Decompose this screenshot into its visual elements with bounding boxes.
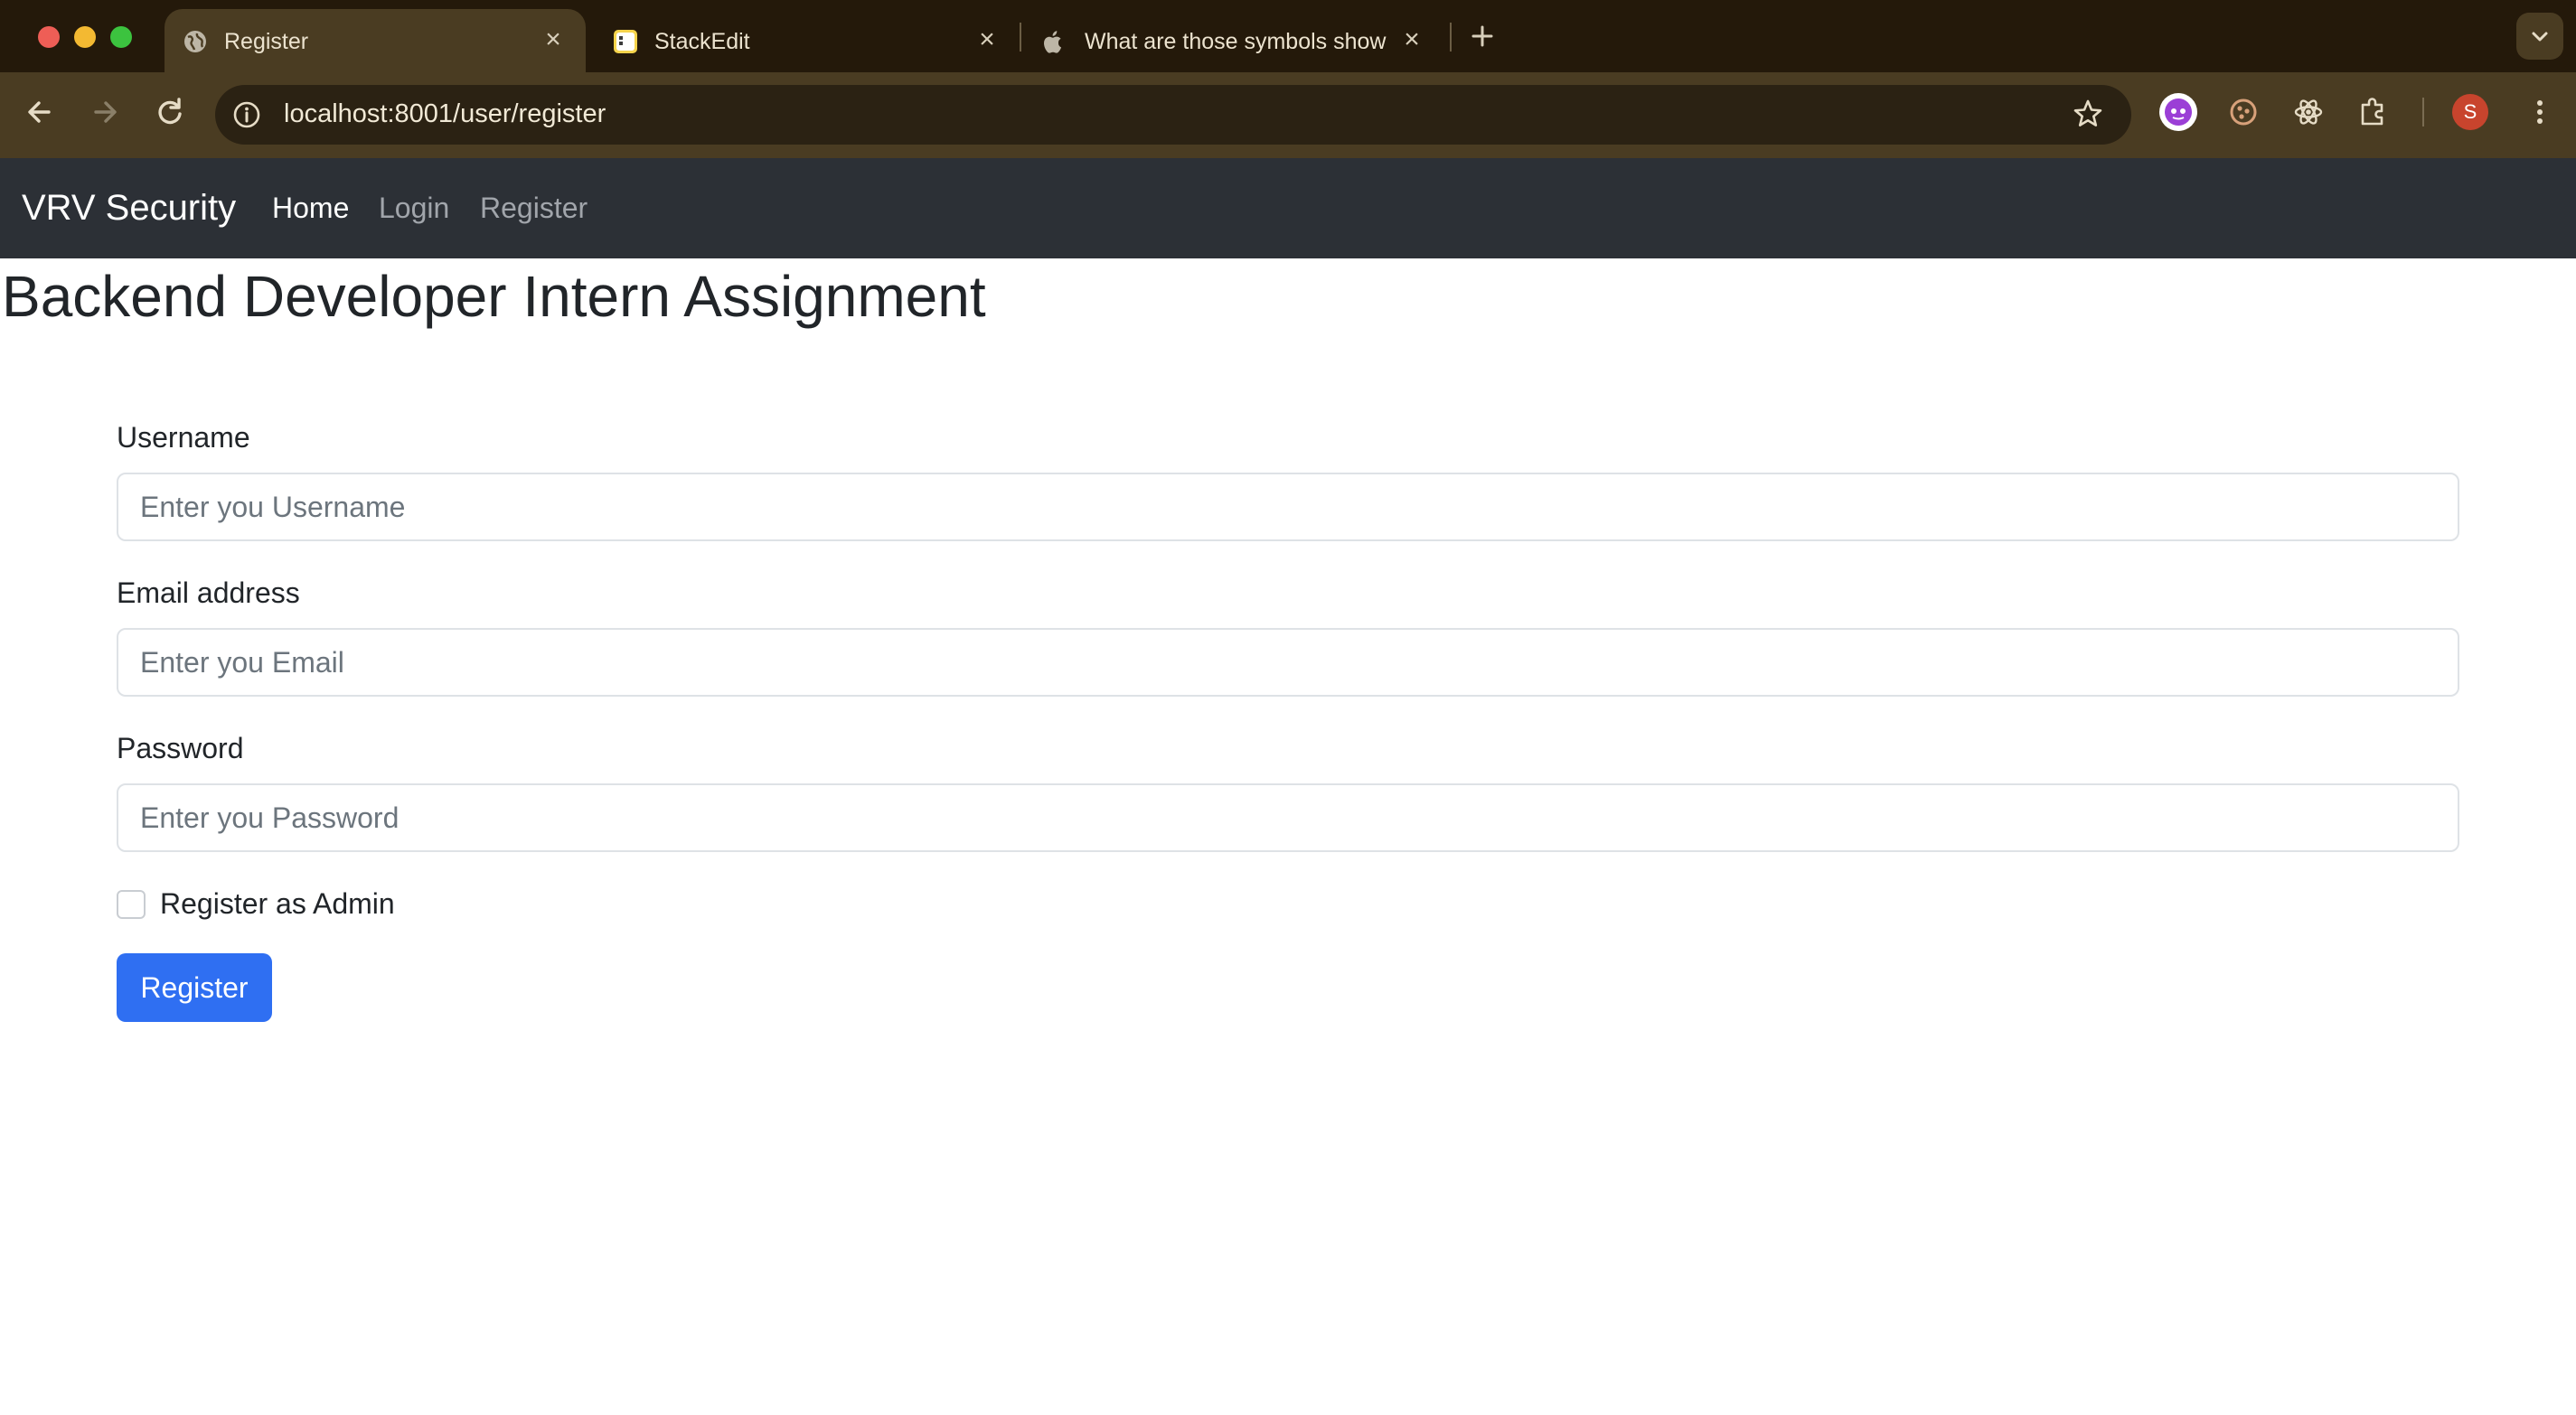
close-tab-icon[interactable]: × [1397, 25, 1426, 54]
browser-menu-icon[interactable] [2522, 94, 2558, 130]
bookmark-star-icon[interactable] [2072, 98, 2104, 130]
tab-divider [1020, 23, 1021, 52]
close-tab-icon[interactable]: × [973, 25, 1001, 54]
username-input[interactable] [117, 473, 2459, 541]
forward-arrow-icon[interactable] [83, 90, 127, 134]
tab-title: What are those symbols show [1085, 29, 1387, 54]
tab-apple-support[interactable]: What are those symbols show × [1029, 9, 1435, 72]
stackedit-icon [614, 30, 637, 53]
reload-icon[interactable] [148, 90, 192, 134]
new-tab-icon[interactable] [1468, 22, 1497, 51]
toolbar-divider [2422, 98, 2424, 127]
username-label: Username [117, 421, 250, 454]
extension-avatar-icon[interactable] [2158, 92, 2198, 132]
profile-avatar[interactable]: S [2452, 94, 2488, 130]
admin-checkbox-label[interactable]: Register as Admin [160, 886, 395, 922]
tab-stackedit[interactable]: StackEdit × [595, 9, 1007, 72]
maximize-window-button[interactable] [110, 26, 132, 48]
tab-title: Register [224, 29, 309, 54]
apple-icon [1044, 31, 1062, 53]
react-devtools-icon[interactable] [2289, 92, 2328, 132]
page-title: Backend Developer Intern Assignment [2, 264, 986, 329]
password-input[interactable] [117, 783, 2459, 852]
url-text[interactable]: localhost:8001/user/register [284, 96, 606, 132]
site-info-icon[interactable] [231, 99, 262, 130]
tab-search-button[interactable] [2516, 13, 2563, 60]
minimize-window-button[interactable] [74, 26, 96, 48]
cookie-extension-icon[interactable] [2223, 92, 2263, 132]
back-arrow-icon[interactable] [18, 90, 61, 134]
navbar-brand[interactable]: VRV Security [22, 186, 236, 230]
admin-checkbox[interactable] [117, 890, 146, 919]
email-input[interactable] [117, 628, 2459, 697]
nav-link-home[interactable]: Home [272, 190, 349, 226]
nav-link-login[interactable]: Login [379, 190, 449, 226]
globe-icon [184, 31, 206, 52]
tab-title: StackEdit [654, 29, 750, 54]
browser-chrome: Register × StackEdit × What are those sy… [0, 0, 2576, 158]
extensions-puzzle-icon[interactable] [2354, 92, 2393, 132]
tab-strip: Register × StackEdit × What are those sy… [0, 0, 2576, 72]
register-button[interactable]: Register [117, 953, 272, 1022]
tab-register[interactable]: Register × [165, 9, 586, 72]
chevron-down-icon [2532, 32, 2548, 42]
nav-link-register[interactable]: Register [480, 190, 588, 226]
password-label: Password [117, 732, 244, 764]
tab-divider [1450, 23, 1452, 52]
close-window-button[interactable] [38, 26, 60, 48]
email-label: Email address [117, 576, 300, 609]
close-tab-icon[interactable]: × [539, 25, 568, 54]
